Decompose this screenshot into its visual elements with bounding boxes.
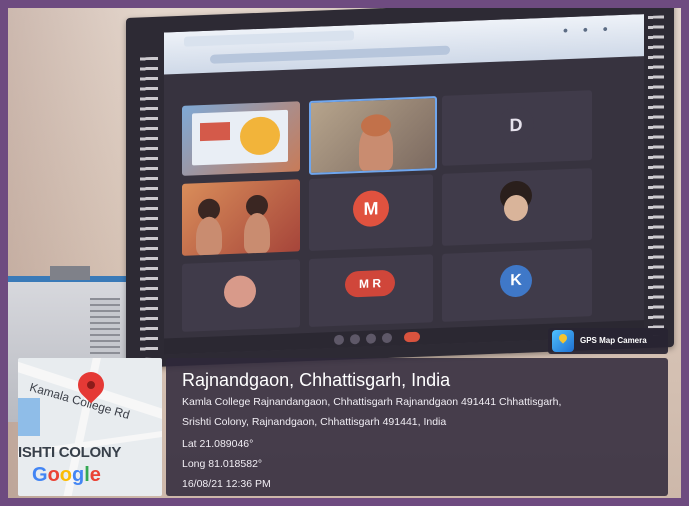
photo-frame: ● ● ● D M M R K Kamala College Rd ISHTI …: [0, 0, 689, 506]
board-rail-left: [140, 56, 158, 358]
gps-map-camera-badge: GPS Map Camera: [548, 328, 668, 354]
mic-icon[interactable]: [334, 334, 344, 346]
participant-avatar: M R: [345, 269, 395, 298]
video-tile-speaker: [309, 96, 437, 175]
video-tile-group: [182, 179, 300, 256]
slide-shape: [240, 116, 280, 156]
video-tile-mr: M R: [309, 254, 433, 327]
present-icon[interactable]: [366, 333, 376, 344]
video-tile-presentation: [182, 101, 300, 176]
cabinet-box: [50, 266, 90, 280]
video-tile-photo: [182, 259, 300, 332]
end-call-icon[interactable]: [404, 331, 420, 343]
location-info-panel: Rajnandgaon, Chhattisgarh, India Kamla C…: [166, 358, 668, 496]
smart-board: ● ● ● D M M R K: [126, 8, 674, 368]
browser-bar: ● ● ●: [164, 14, 644, 75]
location-map: Kamala College Rd ISHTI COLONY Google: [18, 358, 162, 496]
video-tile-d: D: [442, 90, 592, 166]
participant-figure: [504, 194, 528, 222]
longitude: Long 81.018582°: [182, 458, 263, 470]
slide-shape: [200, 122, 230, 142]
board-rail-right: [648, 15, 664, 336]
timestamp: 16/08/21 12:36 PM: [182, 478, 271, 490]
participant-photo: [224, 275, 256, 309]
video-tile-camera: [442, 168, 592, 246]
video-tile-m: M: [309, 174, 433, 251]
address-line-2: Srishti Colony, Rajnandgaon, Chhattisgar…: [182, 416, 447, 428]
map-area-label: ISHTI COLONY: [18, 444, 122, 461]
location-title: Rajnandgaon, Chhattisgarh, India: [182, 370, 451, 390]
latitude: Lat 21.089046°: [182, 438, 254, 450]
gps-map-camera-icon: [552, 330, 574, 352]
participant-avatar: K: [500, 264, 532, 298]
slide-thumbnail: [192, 109, 288, 166]
participant-figure: [244, 212, 270, 256]
participant-figure: [196, 216, 222, 256]
address-bar: [210, 45, 450, 64]
google-logo: Google: [32, 464, 101, 486]
video-tile-k: K: [442, 248, 592, 322]
more-options-icon[interactable]: [382, 332, 392, 344]
map-water: [18, 398, 40, 436]
gps-badge-label: GPS Map Camera: [580, 336, 647, 345]
meeting-screen: ● ● ● D M M R K: [164, 14, 644, 355]
participant-avatar: D: [498, 106, 534, 144]
address-line-1: Kamla College Rajnandangaon, Chhattisgar…: [182, 396, 562, 408]
browser-controls-icon: ● ● ●: [562, 23, 614, 36]
camera-icon[interactable]: [350, 334, 360, 345]
participant-avatar: M: [353, 189, 389, 228]
browser-tabs: [184, 30, 354, 47]
